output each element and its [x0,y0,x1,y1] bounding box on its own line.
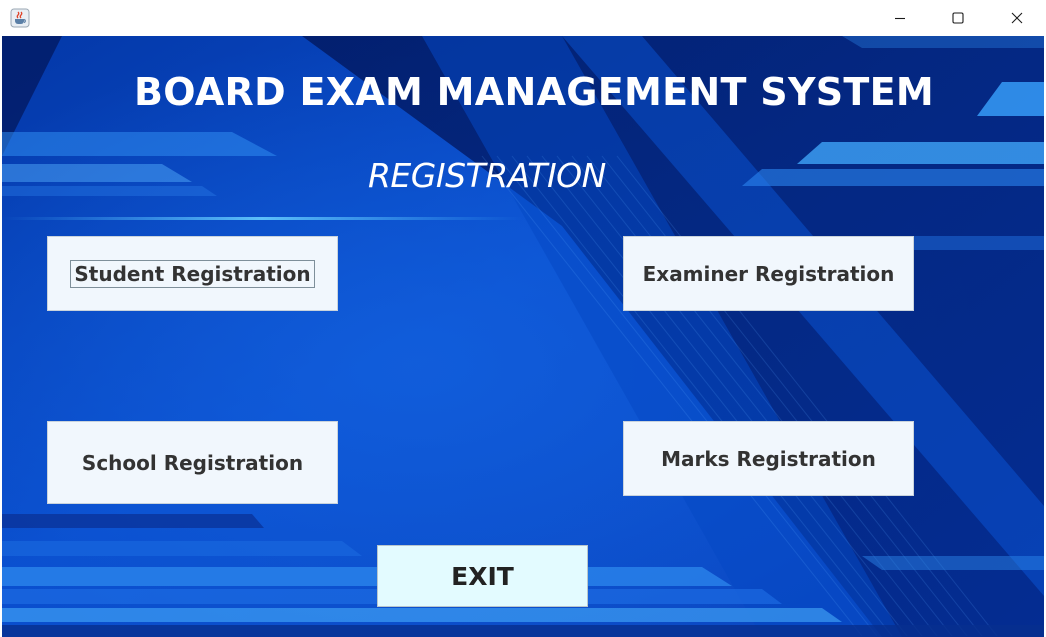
exit-button[interactable]: EXIT [377,545,588,607]
title-bar[interactable] [0,0,1046,36]
examiner-registration-label: Examiner Registration [642,261,895,286]
school-registration-button[interactable]: School Registration [47,421,338,504]
app-window: BOARD EXAM MANAGEMENT SYSTEM REGISTRATIO… [0,0,1046,637]
minimize-button[interactable] [871,0,929,36]
student-registration-button[interactable]: Student Registration [47,236,338,311]
examiner-registration-button[interactable]: Examiner Registration [623,236,914,311]
main-panel: BOARD EXAM MANAGEMENT SYSTEM REGISTRATIO… [2,36,1044,637]
maximize-icon [952,12,964,24]
page-title: BOARD EXAM MANAGEMENT SYSTEM [133,70,935,114]
school-registration-label: School Registration [81,450,304,475]
minimize-icon [895,17,905,20]
marks-registration-label: Marks Registration [661,446,876,471]
marks-registration-button[interactable]: Marks Registration [623,421,914,496]
exit-label: EXIT [451,561,514,591]
close-button[interactable] [988,0,1046,36]
maximize-button[interactable] [929,0,987,36]
student-registration-label: Student Registration [70,259,315,288]
section-subtitle: REGISTRATION [368,156,606,195]
close-icon [1011,12,1023,24]
java-cup-icon[interactable] [10,8,30,28]
